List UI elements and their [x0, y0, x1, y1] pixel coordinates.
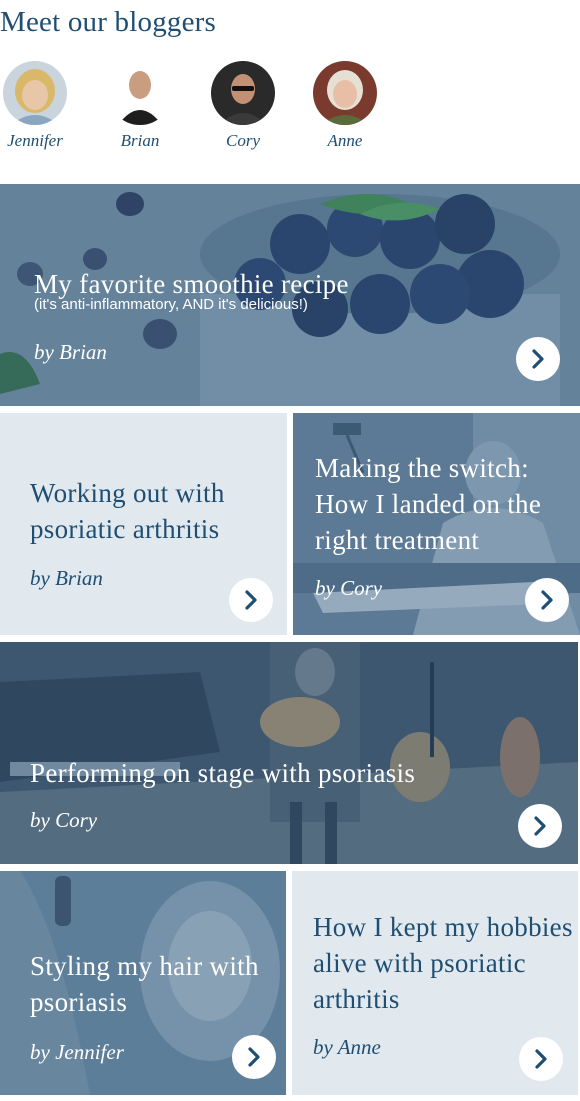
card-author: by Anne [313, 1035, 381, 1059]
card-styling-my-hair-arrow-button[interactable] [232, 1035, 276, 1079]
card-making-the-switch-arrow-button[interactable] [525, 578, 569, 622]
avatar-brian[interactable] [108, 61, 172, 125]
card-smoothie-arrow-button[interactable] [516, 337, 560, 381]
card-subtitle: (it's anti-inflammatory, AND it's delici… [34, 296, 308, 313]
chevron-right-icon [532, 349, 544, 369]
card-making-the-switch-text: Making the switch: How I landed on the r… [315, 450, 580, 558]
card-title: Making the switch: How I landed on the r… [315, 453, 542, 555]
card-title: Performing on stage with psoriasis [30, 758, 416, 788]
card-working-out[interactable]: Working out with psoriatic arthritis by … [0, 413, 287, 635]
card-hobbies-text: How I kept my hobbies alive with psoriat… [313, 909, 573, 1017]
card-author: by Brian [34, 340, 107, 364]
card-performing-on-stage[interactable]: Performing on stage with psoriasis by Co… [0, 642, 578, 864]
card-working-out-text: Working out with psoriatic arthritis [30, 475, 280, 547]
avatar-anne[interactable] [313, 61, 377, 125]
card-smoothie-text: My favorite smoothie recipe (it's anti-i… [34, 266, 534, 313]
avatar-jennifer[interactable] [3, 61, 67, 125]
card-hobbies[interactable]: How I kept my hobbies alive with psoriat… [292, 871, 578, 1095]
card-author: by Cory [315, 576, 383, 600]
card-performing-on-stage-arrow-button[interactable] [518, 804, 562, 848]
chevron-right-icon [535, 1049, 547, 1069]
card-title: How I kept my hobbies alive with psoriat… [313, 912, 573, 1014]
card-author: by Brian [30, 566, 103, 590]
avatar-cory[interactable] [211, 61, 275, 125]
card-smoothie[interactable]: My favorite smoothie recipe (it's anti-i… [0, 184, 580, 406]
blogger-name-brian: Brian [120, 131, 160, 150]
card-making-the-switch[interactable]: Making the switch: How I landed on the r… [293, 413, 580, 635]
chevron-right-icon [245, 590, 257, 610]
card-working-out-arrow-button[interactable] [229, 578, 273, 622]
card-performing-on-stage-text: Performing on stage with psoriasis [30, 755, 550, 791]
blogger-cory[interactable]: Cory [193, 61, 293, 151]
blogger-jennifer[interactable]: Jennifer [0, 61, 85, 151]
blogger-name-jennifer: Jennifer [7, 131, 63, 150]
chevron-right-icon [248, 1047, 260, 1067]
blogger-name-anne: Anne [327, 131, 363, 150]
chevron-right-icon [541, 590, 553, 610]
blogger-name-cory: Cory [226, 131, 260, 150]
page-heading: Meet our bloggers [0, 6, 217, 38]
card-hobbies-arrow-button[interactable] [519, 1037, 563, 1081]
card-styling-my-hair-text: Styling my hair with psoriasis [30, 948, 280, 1020]
card-author: by Jennifer [30, 1040, 124, 1064]
chevron-right-icon [534, 816, 546, 836]
blogger-brian[interactable]: Brian [90, 61, 190, 151]
card-title: Working out with psoriatic arthritis [30, 478, 225, 544]
card-title: Styling my hair with psoriasis [30, 951, 259, 1017]
blogger-anne[interactable]: Anne [295, 61, 395, 151]
card-author: by Cory [30, 808, 98, 832]
card-styling-my-hair[interactable]: Styling my hair with psoriasis by Jennif… [0, 871, 286, 1095]
